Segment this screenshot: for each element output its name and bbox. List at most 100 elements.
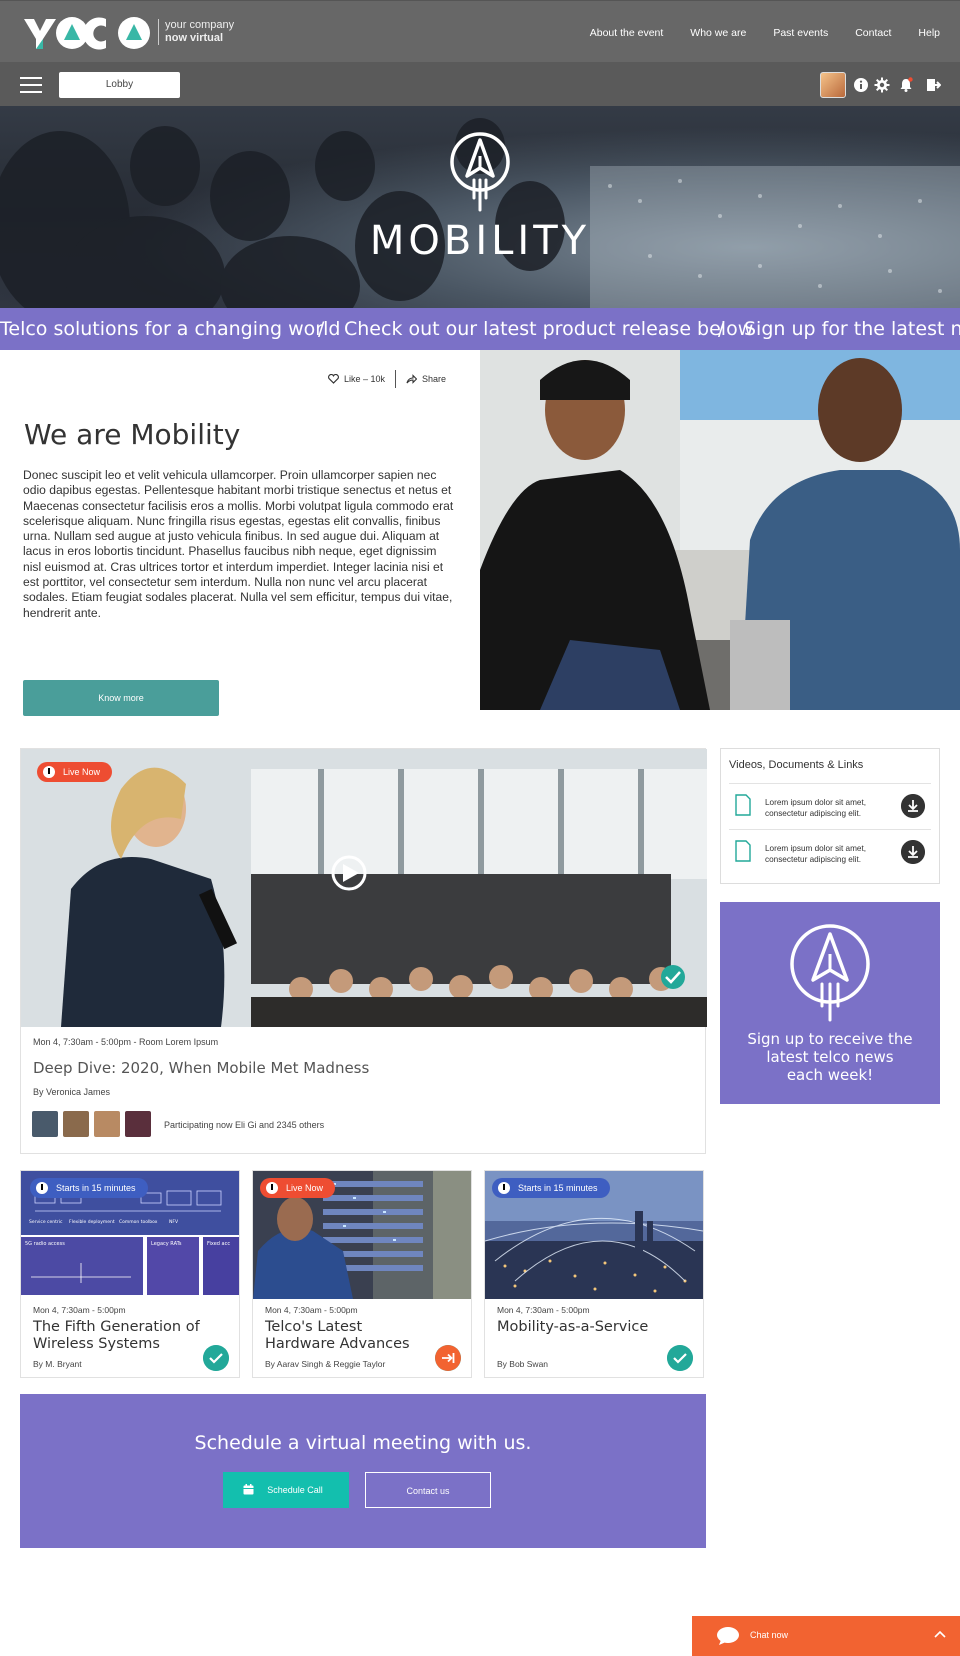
hamburger-icon[interactable]	[20, 77, 42, 93]
badge-label: Live Now	[63, 767, 101, 777]
signup-text: Sign up to receive the latest telco news…	[747, 1030, 913, 1084]
rocket-icon	[790, 924, 870, 1022]
document-item[interactable]: Lorem ipsum dolor sit amet, consectetur …	[729, 829, 931, 873]
user-avatar[interactable]	[820, 72, 846, 98]
document-item[interactable]: Lorem ipsum dolor sit amet, consectetur …	[729, 783, 931, 827]
know-more-button[interactable]: Know more	[23, 680, 219, 716]
contact-us-button[interactable]: Contact us	[365, 1472, 491, 1508]
session-video-thumbnail[interactable]	[21, 749, 707, 1027]
nav-contact[interactable]: Contact	[855, 27, 891, 39]
session-card[interactable]: Live Now Mon 4, 7:30am - 5:00pm Telco's …	[252, 1170, 472, 1378]
live-now-badge: Live Now	[260, 1178, 336, 1198]
chevron-up-icon[interactable]	[934, 1630, 946, 1638]
diagram-label: Fixed acc	[207, 1241, 230, 1247]
clock-icon	[36, 1182, 48, 1194]
participant-avatar	[63, 1111, 89, 1137]
like-button[interactable]: Like – 10k	[344, 374, 385, 384]
check-icon[interactable]	[203, 1345, 229, 1371]
session-time: Mon 4, 7:30am - 5:00pm	[497, 1305, 590, 1315]
session-title[interactable]: Deep Dive: 2020, When Mobile Met Madness	[33, 1059, 369, 1077]
document-icon	[735, 794, 751, 816]
signup-panel[interactable]: Sign up to receive the latest telco news…	[720, 902, 940, 1104]
about-body: Donec suscipit leo et velit vehicula ull…	[23, 468, 454, 620]
session-speaker: By Aarav Singh & Reggie Taylor	[265, 1359, 386, 1369]
rocket-icon	[450, 132, 510, 212]
session-card[interactable]: Service centric Flexible deployment Comm…	[20, 1170, 240, 1378]
session-time: Mon 4, 7:30am - 5:00pm	[265, 1305, 358, 1315]
toolbar: Lobby	[0, 62, 960, 106]
tagline-line2: now virtual	[165, 32, 224, 44]
session-title[interactable]: The Fifth Generation of Wireless Systems	[33, 1319, 203, 1353]
ticker-separator: /	[718, 318, 725, 340]
diagram-label: 5G radio access	[25, 1241, 65, 1247]
featured-session-card[interactable]: Live Now Mon 4, 7:30am - 5:00pm - Room L…	[20, 748, 707, 1154]
info-icon[interactable]	[853, 77, 869, 93]
download-icon[interactable]	[901, 840, 925, 864]
ticker-separator: /	[318, 318, 325, 340]
calendar-icon	[243, 1484, 254, 1495]
ticker-item-1: Telco solutions for a changing world	[0, 318, 341, 340]
documents-title: Videos, Documents & Links	[729, 759, 864, 771]
ticker-item-3: Sign up for the latest news	[744, 318, 960, 340]
brand-tagline: your company now virtual	[158, 19, 234, 45]
bell-icon[interactable]	[898, 77, 914, 93]
like-share-bar: Like – 10k Share	[328, 370, 446, 388]
diagram-label: NFV	[169, 1219, 179, 1225]
participant-avatar	[94, 1111, 120, 1137]
tagline-line1: your company	[165, 19, 235, 31]
divider	[395, 370, 397, 388]
schedule-call-button[interactable]: Schedule Call	[223, 1472, 349, 1508]
schedule-meeting-banner: Schedule a virtual meeting with us. Sche…	[20, 1394, 706, 1548]
session-time: Mon 4, 7:30am - 5:00pm	[33, 1305, 126, 1315]
starts-soon-badge: Starts in 15 minutes	[30, 1178, 148, 1198]
document-icon	[735, 840, 751, 862]
news-ticker: Telco solutions for a changing world / C…	[0, 308, 960, 350]
location-selector[interactable]: Lobby	[59, 72, 180, 98]
session-time: Mon 4, 7:30am - 5:00pm - Room Lorem Ipsu…	[33, 1037, 219, 1047]
schedule-call-label: Schedule Call	[267, 1485, 323, 1495]
session-card[interactable]: Starts in 15 minutes Mon 4, 7:30am - 5:0…	[484, 1170, 704, 1378]
heart-icon	[328, 374, 339, 384]
document-text: Lorem ipsum dolor sit amet, consectetur …	[765, 844, 867, 864]
diagram-label: Service centric	[29, 1219, 63, 1225]
download-icon[interactable]	[901, 794, 925, 818]
chat-bubble-icon	[717, 1627, 739, 1645]
enter-session-icon[interactable]	[435, 1345, 461, 1371]
diagram-label: Common toolbox	[119, 1219, 158, 1225]
hero-banner: MOBILITY	[0, 106, 960, 308]
chat-label: Chat now	[750, 1630, 789, 1640]
documents-panel: Videos, Documents & Links Lorem ipsum do…	[720, 748, 940, 884]
badge-label: Starts in 15 minutes	[518, 1183, 598, 1193]
session-title[interactable]: Mobility-as-a-Service	[497, 1319, 667, 1336]
logout-icon[interactable]	[925, 77, 941, 93]
live-now-badge: Live Now	[37, 762, 113, 782]
schedule-title: Schedule a virtual meeting with us.	[194, 1432, 532, 1454]
starts-soon-badge: Starts in 15 minutes	[492, 1178, 610, 1198]
session-title[interactable]: Telco's Latest Hardware Advances	[265, 1319, 435, 1353]
share-icon	[406, 374, 418, 384]
share-button[interactable]: Share	[422, 374, 446, 384]
alert-icon	[266, 1182, 278, 1194]
yoco-logo[interactable]	[22, 15, 152, 53]
session-speaker: By M. Bryant	[33, 1359, 82, 1369]
gear-icon[interactable]	[874, 77, 890, 93]
ticker-item-2: Check out our latest product release bel…	[344, 318, 754, 340]
participant-avatar	[125, 1111, 151, 1137]
chat-widget[interactable]: Chat now	[692, 1616, 960, 1656]
nav-about-event[interactable]: About the event	[590, 27, 664, 39]
team-photo	[480, 350, 960, 710]
document-text: Lorem ipsum dolor sit amet, consectetur …	[765, 798, 867, 818]
nav-who-we-are[interactable]: Who we are	[690, 27, 746, 39]
diagram-label: Legacy RATs	[151, 1241, 182, 1247]
participants-label: Participating now Eli Gi and 2345 others	[164, 1120, 325, 1130]
diagram-label: Flexible deployment	[69, 1219, 115, 1225]
check-icon[interactable]	[667, 1345, 693, 1371]
top-header: your company now virtual About the event…	[0, 0, 960, 62]
badge-label: Live Now	[286, 1183, 324, 1193]
hero-title: MOBILITY	[369, 218, 591, 264]
alert-icon	[43, 766, 55, 778]
session-speaker: By Veronica James	[33, 1087, 111, 1097]
about-title: We are Mobility	[24, 418, 241, 451]
nav-help[interactable]: Help	[918, 27, 940, 39]
nav-past-events[interactable]: Past events	[773, 27, 828, 39]
